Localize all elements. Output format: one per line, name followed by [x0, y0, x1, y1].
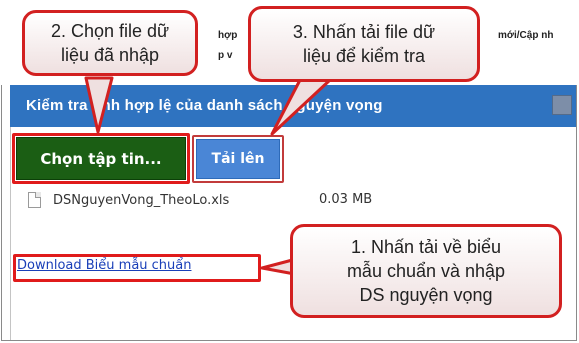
callout-3-tail [270, 78, 332, 136]
callout-2-tail [84, 76, 114, 134]
callout-step-1: 1. Nhấn tải về biểu mẫu chuẩn và nhập DS… [290, 224, 562, 318]
callout-1-line-1: 1. Nhấn tải về biểu [350, 237, 502, 257]
callout-step-2: 2. Chọn file dữ liệu đã nhập [22, 10, 198, 76]
callout-1-line-2: mẫu chuẩn và nhập [346, 261, 506, 281]
callout-3-line-1: 3. Nhấn tải file dữ [292, 22, 436, 42]
callout-1-line-3: DS nguyện vọng [359, 285, 493, 305]
callout-2-line-1: 2. Chọn file dữ [50, 21, 170, 41]
callout-3-line-2: liệu để kiểm tra [302, 46, 426, 66]
callout-2-line-2: liệu đã nhập [60, 45, 160, 65]
callout-step-3: 3. Nhấn tải file dữ liệu để kiểm tra [248, 6, 480, 82]
